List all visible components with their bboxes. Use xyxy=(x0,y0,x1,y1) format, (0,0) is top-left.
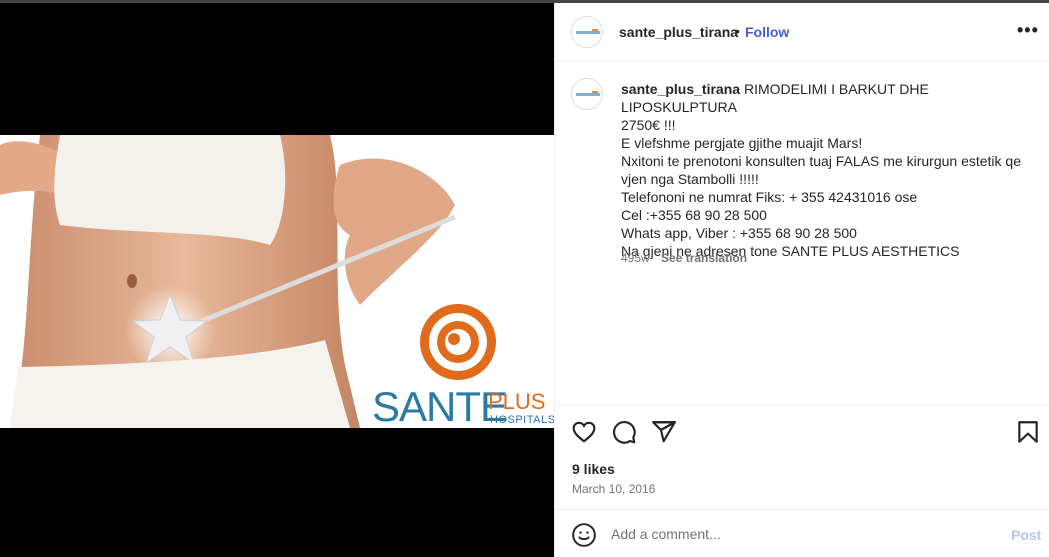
like-icon[interactable] xyxy=(571,419,597,445)
caption-line: Whats app, Viber : +355 68 90 28 500 xyxy=(621,225,857,241)
caption-line: E vlefshme pergjate gjithe muajit Mars! xyxy=(621,135,863,151)
caption-line: Telefononi ne numrat Fiks: + 355 4243101… xyxy=(621,189,918,205)
bookmark-icon[interactable] xyxy=(1015,419,1041,445)
caption-line: Nxitoni te prenotoni konsulten tuaj FALA… xyxy=(621,153,1021,169)
see-translation-button[interactable]: See translation xyxy=(661,251,747,265)
logo-plus: PLUS xyxy=(488,389,546,414)
follow-button[interactable]: Follow xyxy=(745,24,789,40)
likes-count[interactable]: 9 likes xyxy=(572,461,615,477)
caption-text: sante_plus_tirana RIMODELIMI I BARKUT DH… xyxy=(621,80,1031,260)
caption-line: 2750€ !!! xyxy=(621,117,676,133)
caption-line: vjen nga Stambolli !!!!! xyxy=(621,171,759,187)
comment-bar: Post xyxy=(555,509,1049,557)
logo-sub: HOSPITALS xyxy=(490,414,554,426)
post-media: SANTE PLUS HOSPITALS xyxy=(0,3,554,557)
logo-text: SANTE xyxy=(372,383,508,428)
comment-icon[interactable] xyxy=(611,419,637,445)
caption-meta: 495w See translation xyxy=(621,251,747,265)
logo-brand-main: SANTE xyxy=(372,383,508,428)
post-header: sante_plus_tirana • Follow ••• xyxy=(555,3,1049,61)
avatar-logo-icon xyxy=(572,17,602,47)
post-comment-button[interactable]: Post xyxy=(1011,527,1041,543)
caption-age[interactable]: 495w xyxy=(621,251,650,265)
post-date[interactable]: March 10, 2016 xyxy=(572,482,655,496)
avatar[interactable] xyxy=(571,16,603,48)
action-bar xyxy=(555,405,1049,455)
post-side-panel: sante_plus_tirana • Follow ••• sante_plu… xyxy=(554,3,1049,557)
caption-line: sante_plus_tirana RIMODELIMI I BARKUT DH… xyxy=(621,80,1031,116)
caption-area: sante_plus_tirana RIMODELIMI I BARKUT DH… xyxy=(555,61,1049,405)
more-options-icon[interactable]: ••• xyxy=(1017,21,1039,39)
avatar-logo-icon xyxy=(572,79,602,109)
emoji-icon[interactable] xyxy=(571,522,597,548)
header-username[interactable]: sante_plus_tirana xyxy=(619,24,738,40)
caption-username[interactable]: sante_plus_tirana xyxy=(621,81,740,97)
comment-input[interactable] xyxy=(611,523,991,545)
share-icon[interactable] xyxy=(651,419,677,445)
caption-line: Cel :+355 68 90 28 500 xyxy=(621,207,767,223)
separator-dot: • xyxy=(735,23,740,39)
post-photo[interactable]: SANTE PLUS HOSPITALS xyxy=(0,135,554,428)
caption-avatar[interactable] xyxy=(571,78,603,110)
